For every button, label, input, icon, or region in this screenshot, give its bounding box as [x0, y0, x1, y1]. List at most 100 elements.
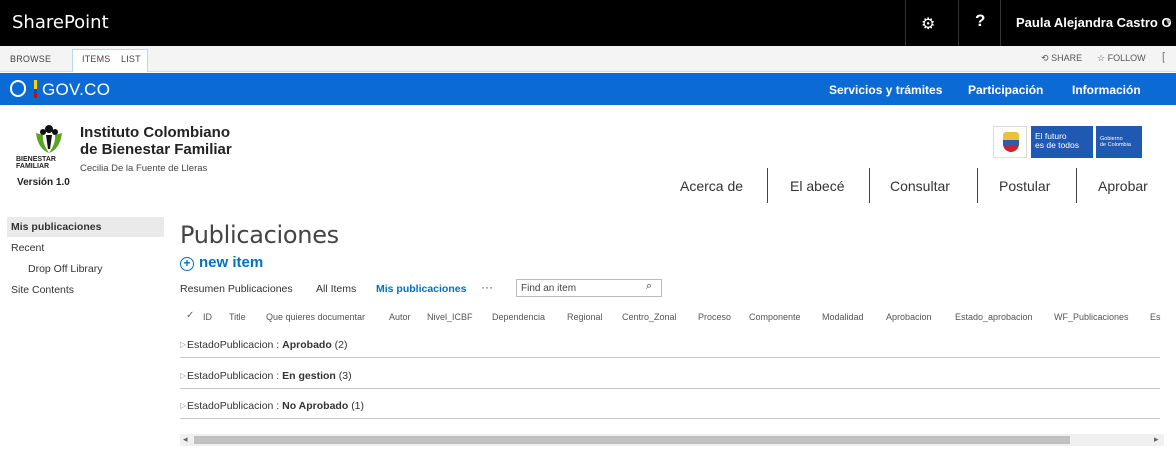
gov-link-servicios[interactable]: Servicios y trámites: [829, 83, 942, 97]
group-label: EstadoPublicacion : Aprobado (2): [187, 339, 348, 351]
share-icon: ⟲: [1041, 53, 1049, 63]
follow-label: FOLLOW: [1107, 53, 1146, 63]
more-views-icon[interactable]: ···: [481, 280, 493, 294]
gov-brand[interactable]: GOV.CO: [42, 80, 110, 100]
search-icon[interactable]: ⌕: [646, 280, 652, 293]
tab-list[interactable]: LIST: [121, 54, 141, 64]
group-count: (3): [338, 370, 352, 382]
divider: [1076, 168, 1077, 203]
group-value: No Aprobado: [282, 400, 349, 412]
site-title-line-1: Instituto Colombiano: [80, 124, 230, 141]
expand-caret-icon[interactable]: ▷: [180, 340, 186, 349]
group-row[interactable]: ▷ EstadoPublicacion : En gestion (3): [180, 367, 1160, 389]
view-resumen-publicaciones[interactable]: Resumen Publicaciones: [180, 283, 293, 295]
site-title-line-2: de Bienestar Familiar: [80, 141, 232, 158]
logo-line-2: FAMILIAR: [16, 163, 50, 170]
divider: [905, 0, 906, 46]
view-mis-publicaciones[interactable]: Mis publicaciones: [376, 283, 466, 295]
colombia-shield: [993, 126, 1027, 158]
focus-content-icon[interactable]: [: [1162, 51, 1165, 63]
new-item-button[interactable]: new item: [199, 254, 263, 271]
icbf-logo-icon[interactable]: [34, 123, 64, 155]
tab-items[interactable]: ITEMS: [82, 54, 111, 64]
column-header-que-quieres-documentar[interactable]: Que quieres documentar: [266, 312, 365, 322]
share-label: SHARE: [1051, 53, 1083, 63]
gov-link-informacion[interactable]: Información: [1072, 83, 1141, 97]
view-all-items[interactable]: All Items: [316, 283, 356, 295]
divider: [869, 168, 870, 203]
futuro-line-2: es de todos: [1035, 140, 1079, 150]
topnav-aprobar[interactable]: Aprobar: [1098, 178, 1148, 194]
column-header-regional[interactable]: Regional: [567, 312, 603, 322]
leftnav-item-mis-publicaciones[interactable]: Mis publicaciones: [11, 221, 101, 233]
star-icon: ☆: [1097, 53, 1106, 63]
site-title[interactable]: Instituto Colombiano de Bienestar Famili…: [80, 124, 232, 158]
site-subtitle: Cecilia De la Fuente de Lleras: [80, 163, 208, 174]
gear-icon[interactable]: ⚙: [921, 14, 935, 34]
column-header-wf-publicaciones[interactable]: WF_Publicaciones: [1054, 312, 1129, 322]
divider: [977, 168, 978, 203]
gobierno-badge: Gobierno de Colombia: [1096, 126, 1142, 158]
group-count: (1): [351, 400, 365, 412]
group-value: En gestion: [282, 370, 336, 382]
group-prefix: EstadoPublicacion :: [187, 400, 283, 412]
group-value: Aprobado: [282, 339, 332, 351]
column-header-nivel-icbf[interactable]: Nivel_ICBF: [427, 312, 473, 322]
expand-caret-icon[interactable]: ▷: [180, 371, 186, 380]
leftnav-item-recent[interactable]: Recent: [11, 242, 44, 254]
leftnav-item-site-contents[interactable]: Site Contents: [11, 284, 74, 296]
search-box: ⌕: [516, 279, 662, 297]
topnav-consultar[interactable]: Consultar: [890, 178, 950, 194]
topnav-acerca[interactable]: Acerca de: [680, 178, 743, 194]
divider: [767, 168, 768, 203]
column-header-modalidad[interactable]: Modalidad: [822, 312, 864, 322]
select-all-checkmark-icon[interactable]: ✓: [186, 310, 194, 321]
group-prefix: EstadoPublicacion :: [187, 339, 283, 351]
share-button[interactable]: ⟲ SHARE: [1041, 53, 1082, 64]
scroll-left-icon[interactable]: ◂: [183, 434, 188, 445]
plus-circle-icon[interactable]: +: [180, 257, 194, 271]
chevron-down-icon[interactable]: ▾: [1166, 17, 1171, 28]
search-input[interactable]: [521, 281, 639, 295]
expand-caret-icon[interactable]: ▷: [180, 401, 186, 410]
app-title[interactable]: SharePoint: [12, 12, 109, 33]
help-icon[interactable]: ?: [975, 11, 985, 31]
column-header-dependencia[interactable]: Dependencia: [492, 312, 545, 322]
ribbon-bar: BROWSE ITEMS LIST ⟲ SHARE ☆ FOLLOW [: [0, 46, 1176, 72]
group-row[interactable]: ▷ EstadoPublicacion : Aprobado (2): [180, 336, 1160, 358]
gov-link-participacion[interactable]: Participación: [968, 83, 1043, 97]
column-header-title[interactable]: Title: [229, 312, 246, 322]
futuro-badge: El futuro es de todos: [1031, 126, 1093, 158]
column-header-centro-zonal[interactable]: Centro_Zonal: [622, 312, 677, 322]
gov-bar: GOV.CO Servicios y trámites Participació…: [0, 73, 1176, 105]
leftnav-item-drop-off-library[interactable]: Drop Off Library: [28, 263, 103, 275]
column-header-componente[interactable]: Componente: [749, 312, 801, 322]
column-header-id[interactable]: ID: [203, 312, 212, 322]
logo-line-1: BIENESTAR: [16, 156, 56, 163]
shield-icon: [1003, 132, 1019, 152]
group-prefix: EstadoPublicacion :: [187, 370, 283, 382]
group-count: (2): [334, 339, 348, 351]
horizontal-scrollbar[interactable]: ◂ ▸: [180, 434, 1164, 446]
gov-logo-icon: [10, 80, 26, 97]
follow-button[interactable]: ☆ FOLLOW: [1097, 53, 1146, 64]
topnav-abece[interactable]: El abecé: [790, 178, 844, 194]
scroll-right-icon[interactable]: ▸: [1154, 434, 1159, 445]
column-header-aprobacion[interactable]: Aprobacion: [886, 312, 932, 322]
tab-browse[interactable]: BROWSE: [10, 54, 51, 64]
gobierno-line-2: de Colombia: [1100, 142, 1131, 148]
column-header-autor[interactable]: Autor: [389, 312, 411, 322]
group-row[interactable]: ▷ EstadoPublicacion : No Aprobado (1): [180, 397, 1160, 419]
column-header-proceso[interactable]: Proceso: [698, 312, 731, 322]
group-label: EstadoPublicacion : En gestion (3): [187, 370, 352, 382]
user-menu[interactable]: Paula Alejandra Castro O: [1016, 15, 1172, 30]
logo-wordmark: BIENESTAR FAMILIAR: [16, 156, 56, 170]
topnav-postular[interactable]: Postular: [999, 178, 1050, 194]
group-label: EstadoPublicacion : No Aprobado (1): [187, 400, 364, 412]
version-label: Versión 1.0: [17, 177, 70, 188]
column-header-estado-aprobacion[interactable]: Estado_aprobacion: [955, 312, 1033, 322]
flag-icon: [34, 80, 37, 98]
scrollbar-thumb[interactable]: [194, 436, 1070, 444]
suite-bar: SharePoint ⚙ ? Paula Alejandra Castro O …: [0, 0, 1176, 46]
column-header-es[interactable]: Es: [1150, 312, 1161, 322]
